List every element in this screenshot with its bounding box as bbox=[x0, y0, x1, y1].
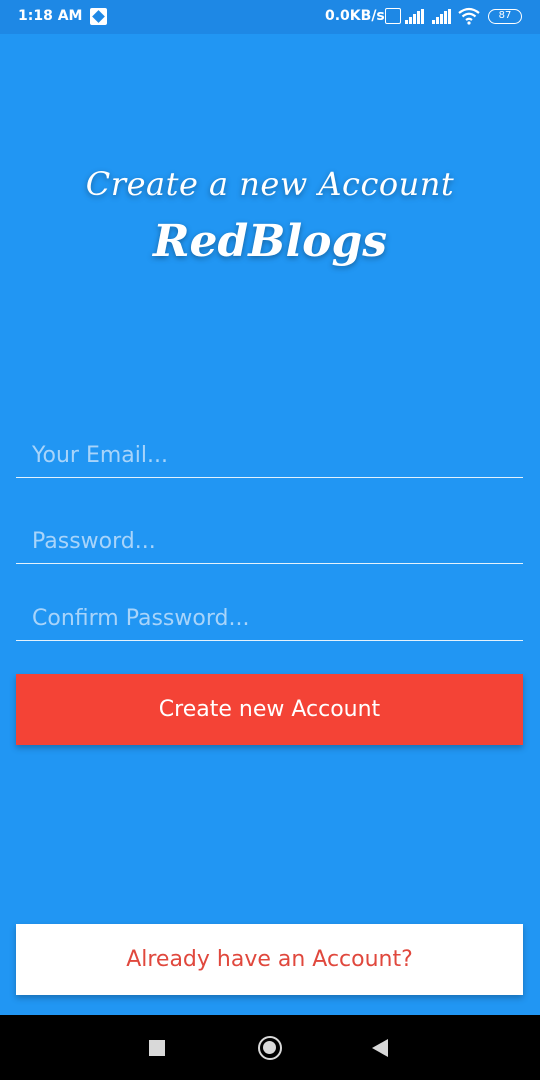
app-title: RedBlogs bbox=[152, 216, 388, 267]
wifi-icon bbox=[458, 7, 480, 25]
battery-icon: 87 bbox=[488, 9, 522, 24]
volte-icon bbox=[385, 8, 401, 24]
already-have-account-button[interactable]: Already have an Account? bbox=[16, 924, 523, 995]
navigation-bar bbox=[0, 1015, 540, 1080]
recent-apps-icon[interactable] bbox=[149, 1040, 165, 1056]
signal-icon bbox=[405, 9, 425, 24]
email-field-wrapper bbox=[16, 433, 523, 478]
back-icon[interactable] bbox=[372, 1039, 388, 1057]
network-speed: 0.0KB/s bbox=[325, 8, 385, 24]
email-field[interactable] bbox=[16, 433, 523, 477]
notification-icon bbox=[90, 8, 107, 25]
create-account-button[interactable]: Create new Account bbox=[16, 674, 523, 745]
page-subtitle: Create a new Account bbox=[85, 165, 455, 203]
confirm-password-field[interactable] bbox=[16, 596, 523, 640]
header: Create a new Account RedBlogs bbox=[0, 160, 540, 272]
password-field-wrapper bbox=[16, 519, 523, 564]
confirm-password-field-wrapper bbox=[16, 596, 523, 641]
password-field[interactable] bbox=[16, 519, 523, 563]
status-bar: 1:18 AM 0.0KB/s 87 bbox=[0, 0, 540, 34]
home-icon[interactable] bbox=[258, 1036, 282, 1060]
status-time: 1:18 AM bbox=[18, 8, 83, 24]
signal-icon bbox=[432, 9, 452, 24]
